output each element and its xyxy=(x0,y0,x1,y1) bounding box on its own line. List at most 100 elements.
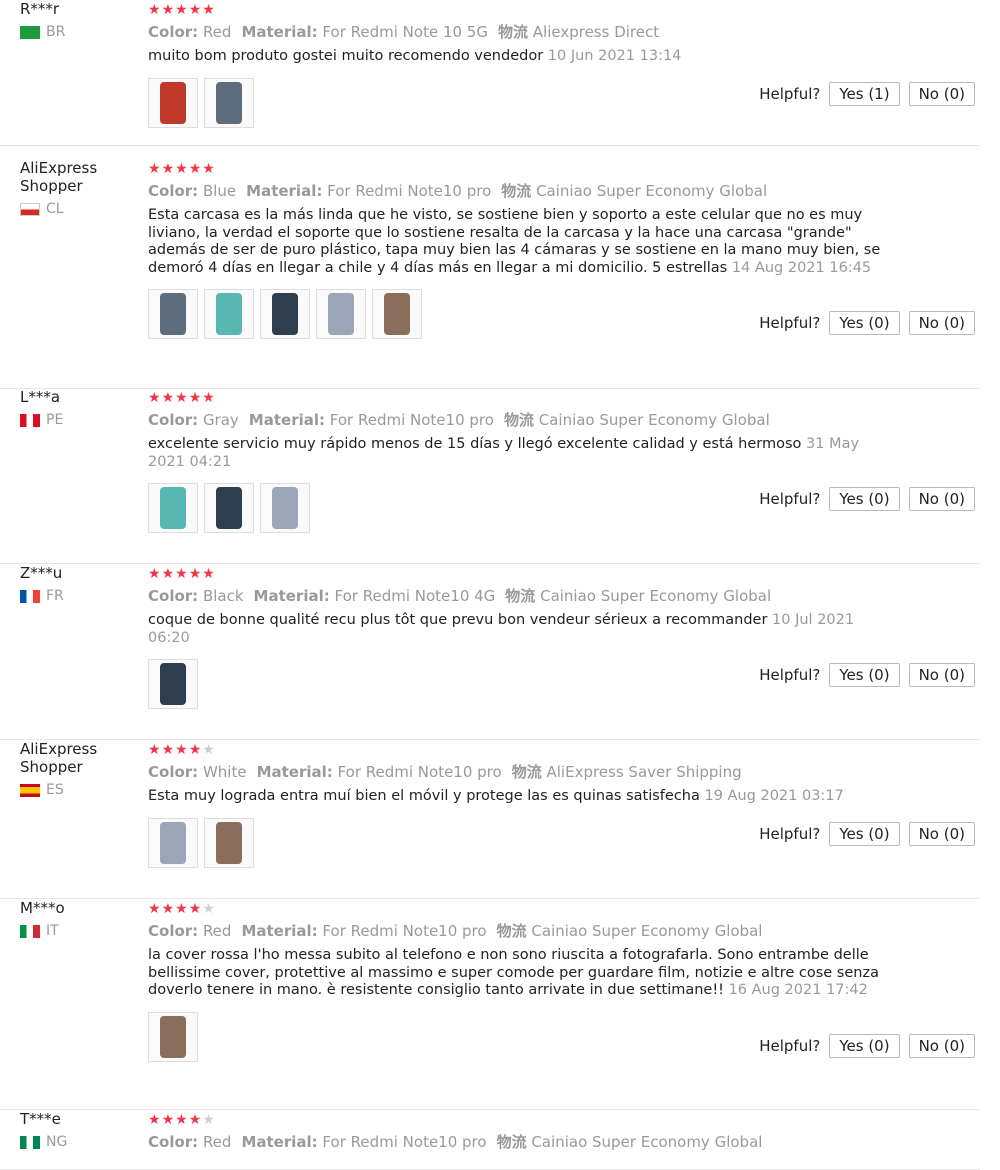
review-date: 10 Jun 2021 13:14 xyxy=(547,48,682,64)
helpful-no-button[interactable]: No (0) xyxy=(908,663,975,687)
material-label: Material: xyxy=(241,922,318,940)
reviewer-country: CL xyxy=(20,201,140,217)
shipping-value: Cainiao Super Economy Global xyxy=(536,182,768,200)
review-photo-thumbnail[interactable] xyxy=(148,77,198,128)
helpful-yes-button[interactable]: Yes (0) xyxy=(829,822,900,846)
helpful-no-button[interactable]: No (0) xyxy=(908,311,975,335)
material-value: For Redmi Note10 pro xyxy=(322,1133,487,1151)
review-photo-thumbnail[interactable] xyxy=(204,817,254,868)
material-label: Material: xyxy=(246,182,323,200)
helpful-yes-button[interactable]: Yes (0) xyxy=(829,663,900,687)
review-photo-thumbnail[interactable] xyxy=(204,77,254,128)
material-value: For Redmi Note10 pro xyxy=(322,922,487,940)
review-content: coque de bonne qualité recu plus tôt que… xyxy=(148,612,768,628)
flag-fr-icon xyxy=(20,589,40,603)
country-code: NG xyxy=(46,1134,68,1150)
star-filled-icon: ★ xyxy=(161,161,176,177)
review-photo-thumbnail[interactable] xyxy=(260,289,310,339)
material-label: Material: xyxy=(248,411,325,429)
star-filled-icon: ★ xyxy=(161,390,176,406)
shipping-value: Cainiao Super Economy Global xyxy=(531,1133,763,1151)
flag-pe-icon xyxy=(20,413,40,427)
phone-case-photo xyxy=(160,1015,186,1058)
reviewer-name: AliExpress Shopper xyxy=(20,159,98,195)
shipping-value: AliExpress Saver Shipping xyxy=(546,763,742,781)
star-filled-icon: ★ xyxy=(148,566,162,582)
flag-it-icon xyxy=(20,924,40,938)
star-filled-icon: ★ xyxy=(188,2,203,18)
review-item: L***a PE ★★★★★ Color: Gray Material: For Red… xyxy=(0,388,980,564)
material-value: For Redmi Note10 pro xyxy=(329,411,494,429)
shipping-value: Cainiao Super Economy Global xyxy=(531,922,763,940)
review-text: coque de bonne qualité recu plus tôt que… xyxy=(148,612,883,647)
helpful-yes-button[interactable]: Yes (0) xyxy=(829,311,900,335)
review-photo-thumbnail[interactable] xyxy=(204,483,254,533)
color-value: Red xyxy=(202,23,232,41)
reviewer-info: Z***u FR xyxy=(20,564,140,604)
star-filled-icon: ★ xyxy=(175,1112,189,1128)
material-label: Material: xyxy=(256,763,333,781)
star-filled-icon: ★ xyxy=(202,161,216,177)
review-body: ★★★★★ Color: Gray Material: For Redmi Note… xyxy=(148,388,883,533)
review-photo-thumbnail[interactable] xyxy=(148,483,198,533)
star-filled-icon: ★ xyxy=(161,901,176,917)
star-filled-icon: ★ xyxy=(148,2,162,18)
rating-stars: ★★★★★ xyxy=(148,0,883,20)
star-filled-icon: ★ xyxy=(175,742,189,758)
review-body: ★★★★★ Color: Black Material: For Redmi Not… xyxy=(148,564,883,709)
helpful-yes-button[interactable]: Yes (1) xyxy=(829,82,900,106)
review-item: M***o IT ★★★★★ Color: Red Material: For Redm… xyxy=(0,899,980,1110)
review-item: R***r BR ★★★★★ Color: Red Material: For Redm… xyxy=(0,0,980,146)
star-filled-icon: ★ xyxy=(202,390,216,406)
review-photo-thumbnail[interactable] xyxy=(148,659,198,709)
country-code: FR xyxy=(46,588,64,604)
helpful-no-button[interactable]: No (0) xyxy=(908,82,975,106)
reviewer-info: L***a PE xyxy=(20,388,140,428)
review-text: excelente servicio muy rápido menos de 1… xyxy=(148,436,883,471)
material-value: For Redmi Note10 4G xyxy=(334,587,496,605)
material-value: For Redmi Note10 pro xyxy=(327,182,492,200)
shipping-label: 物流 xyxy=(503,411,534,429)
sku-info: Color: Gray Material: For Redmi Note10 pr… xyxy=(148,410,883,430)
material-value: For Redmi Note 10 5G xyxy=(322,23,488,41)
review-photo-thumbnail[interactable] xyxy=(316,289,366,339)
reviewer-name: L***a xyxy=(20,388,61,406)
review-photo-thumbnail[interactable] xyxy=(204,289,254,339)
star-filled-icon: ★ xyxy=(161,2,176,18)
review-item: Z***u FR ★★★★★ Color: Black Material: For Re… xyxy=(0,564,980,740)
reviewer-country: PE xyxy=(20,412,140,428)
helpful-no-button[interactable]: No (0) xyxy=(908,1034,975,1058)
star-filled-icon: ★ xyxy=(175,161,189,177)
review-photo-thumbnail[interactable] xyxy=(372,289,422,339)
color-value: Red xyxy=(202,922,232,940)
helpful-yes-button[interactable]: Yes (0) xyxy=(829,487,900,511)
rating-stars: ★★★★★ xyxy=(148,899,883,919)
country-code: IT xyxy=(46,923,59,939)
sku-info: Color: Red Material: For Redmi Note10 pro… xyxy=(148,1132,883,1152)
phone-case-photo xyxy=(216,821,242,864)
rating-stars: ★★★★★ xyxy=(148,159,883,179)
star-filled-icon: ★ xyxy=(175,901,189,917)
review-photo-thumbnail[interactable] xyxy=(148,1011,198,1062)
helpful-vote: Helpful? Yes (1) No (0) xyxy=(759,82,975,106)
rating-stars: ★★★★★ xyxy=(148,740,883,760)
star-filled-icon: ★ xyxy=(188,901,203,917)
star-empty-icon: ★ xyxy=(202,901,216,917)
star-filled-icon: ★ xyxy=(188,566,203,582)
helpful-yes-button[interactable]: Yes (0) xyxy=(829,1034,900,1058)
review-photo-thumbnail[interactable] xyxy=(148,817,198,868)
phone-case-photo xyxy=(160,663,186,705)
review-photo-thumbnail[interactable] xyxy=(148,289,198,339)
helpful-vote: Helpful? Yes (0) No (0) xyxy=(759,663,975,687)
reviewer-country: FR xyxy=(20,588,140,604)
helpful-no-button[interactable]: No (0) xyxy=(908,822,975,846)
color-label: Color: xyxy=(148,763,199,781)
rating-stars: ★★★★★ xyxy=(148,388,883,408)
star-empty-icon: ★ xyxy=(202,742,216,758)
helpful-no-button[interactable]: No (0) xyxy=(908,487,975,511)
country-code: ES xyxy=(46,782,64,798)
shipping-value: Aliexpress Direct xyxy=(532,23,660,41)
review-photo-thumbnail[interactable] xyxy=(260,483,310,533)
review-content: Esta muy lograda entra muí bien el móvil… xyxy=(148,788,700,804)
shipping-label: 物流 xyxy=(505,587,536,605)
